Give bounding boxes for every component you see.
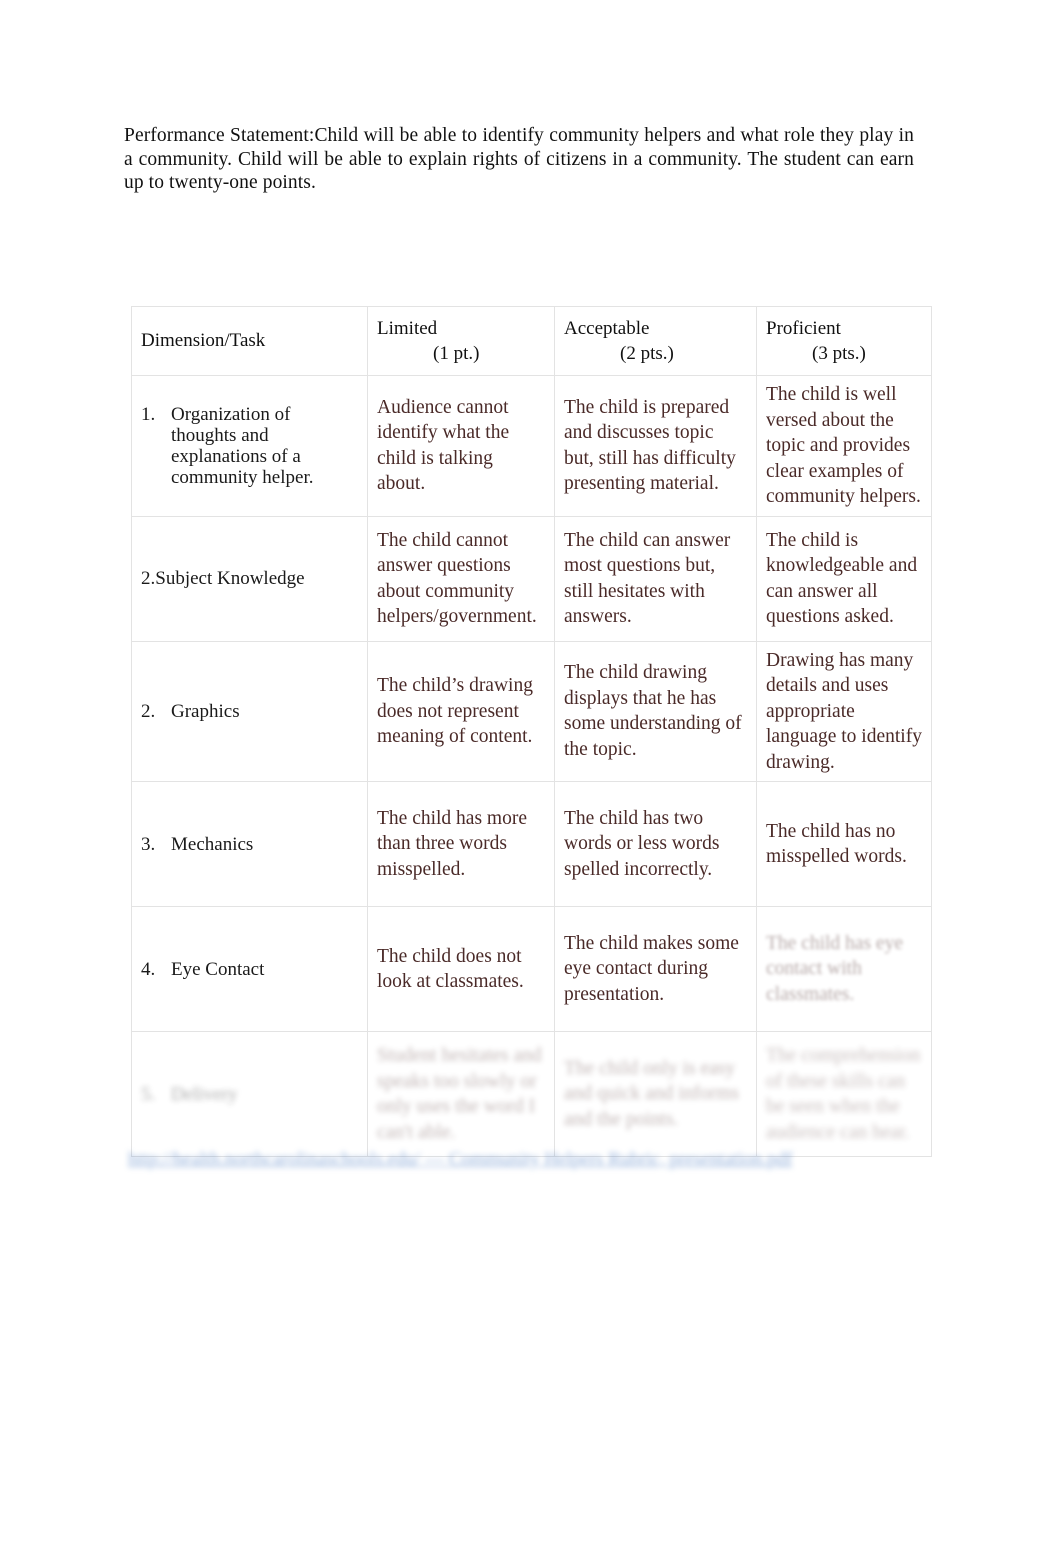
cell-limited-4: The child has more than three words miss… xyxy=(367,781,555,907)
column-header-limited: Limited (1 pt.) xyxy=(367,306,555,376)
row-number-4: 3. xyxy=(141,833,156,855)
rubric-table-head: Dimension/Task Limited (1 pt.) Acceptabl… xyxy=(131,306,932,376)
row-number-3: 2. xyxy=(141,700,156,722)
row-number-6: 5. xyxy=(141,1083,156,1105)
table-row: 5. Delivery Student hesitates and speaks … xyxy=(131,1031,932,1157)
cell-acceptable-5: The child makes some eye contact during … xyxy=(554,906,757,1032)
cell-limited-3: The child’s drawing does not represent m… xyxy=(367,640,555,782)
cell-acceptable-1: The child is prepared and discusses topi… xyxy=(554,375,757,517)
column-header-proficient-points: (3 pts.) xyxy=(812,343,866,364)
table-row: 1. Organization of thoughts and explanati… xyxy=(131,375,932,517)
rubric-table-body: 1. Organization of thoughts and explanati… xyxy=(131,375,932,1157)
column-header-acceptable: Acceptable (2 pts.) xyxy=(554,306,757,376)
cell-proficient-3: Drawing has many details and uses approp… xyxy=(756,640,932,782)
rubric-table: Dimension/Task Limited (1 pt.) Acceptabl… xyxy=(131,306,932,1157)
row-number-1: 1. xyxy=(141,403,156,425)
row-dimension-text-2: 2.Subject Knowledge xyxy=(141,568,305,589)
cell-proficient-1: The child is well versed about the topic… xyxy=(756,375,932,517)
row-dimension-6: 5. Delivery xyxy=(131,1031,368,1157)
cell-proficient-5: The child has eye contact with classmate… xyxy=(756,906,932,1032)
performance-statement-label: Performance Statement: xyxy=(124,125,315,146)
performance-statement: Performance Statement:Child will be able… xyxy=(124,124,914,195)
row-dimension-text-6: Delivery xyxy=(171,1083,238,1105)
table-row: 2. Graphics The child’s drawing does not … xyxy=(131,640,932,782)
row-dimension-3: 2. Graphics xyxy=(131,640,368,782)
row-dimension-4: 3. Mechanics xyxy=(131,781,368,907)
table-row: 2.Subject Knowledge The child cannot ans… xyxy=(131,515,932,642)
row-dimension-5: 4. Eye Contact xyxy=(131,906,368,1032)
cell-acceptable-6: The child only is easy and quick and inf… xyxy=(554,1031,757,1157)
row-dimension-text-5: Eye Contact xyxy=(171,958,265,980)
cell-acceptable-3: The child drawing displays that he has s… xyxy=(554,640,757,782)
cell-limited-1: Audience cannot identify what the child … xyxy=(367,375,555,517)
cell-acceptable-2: The child can answer most questions but,… xyxy=(554,515,757,642)
document-page: Performance Statement:Child will be able… xyxy=(0,0,1062,1561)
row-dimension-2: 2.Subject Knowledge xyxy=(131,515,368,642)
cell-limited-6: Student hesitates and speaks too slowly … xyxy=(367,1031,555,1157)
source-link[interactable]: http://health.northcarolinaschools.edu/ … xyxy=(128,1147,928,1173)
cell-proficient-2: The child is knowledgeable and can answe… xyxy=(756,515,932,642)
cell-limited-2: The child cannot answer questions about … xyxy=(367,515,555,642)
column-header-acceptable-points: (2 pts.) xyxy=(620,343,674,364)
rubric-header-row: Dimension/Task Limited (1 pt.) Acceptabl… xyxy=(131,306,932,376)
row-dimension-1: 1. Organization of thoughts and explanati… xyxy=(131,375,368,517)
column-header-proficient-label: Proficient xyxy=(766,318,841,339)
column-header-limited-points: (1 pt.) xyxy=(433,343,480,364)
cell-limited-5: The child does not look at classmates. xyxy=(367,906,555,1032)
table-row: 4. Eye Contact The child does not look at… xyxy=(131,906,932,1032)
row-dimension-text-4: Mechanics xyxy=(171,833,254,855)
table-row: 3. Mechanics The child has more than thre… xyxy=(131,781,932,907)
column-header-acceptable-label: Acceptable xyxy=(564,318,650,339)
cell-proficient-4: The child has no misspelled words. xyxy=(756,781,932,907)
column-header-dimension: Dimension/Task xyxy=(131,306,368,376)
row-dimension-text-3: Graphics xyxy=(171,700,240,722)
cell-acceptable-4: The child has two words or less words sp… xyxy=(554,781,757,907)
row-number-5: 4. xyxy=(141,958,156,980)
cell-proficient-6: The comprehension of these skills can be… xyxy=(756,1031,932,1157)
row-dimension-text-1: Organization of thoughts and explanation… xyxy=(171,403,314,488)
column-header-proficient: Proficient (3 pts.) xyxy=(756,306,932,376)
column-header-limited-label: Limited xyxy=(377,318,438,339)
